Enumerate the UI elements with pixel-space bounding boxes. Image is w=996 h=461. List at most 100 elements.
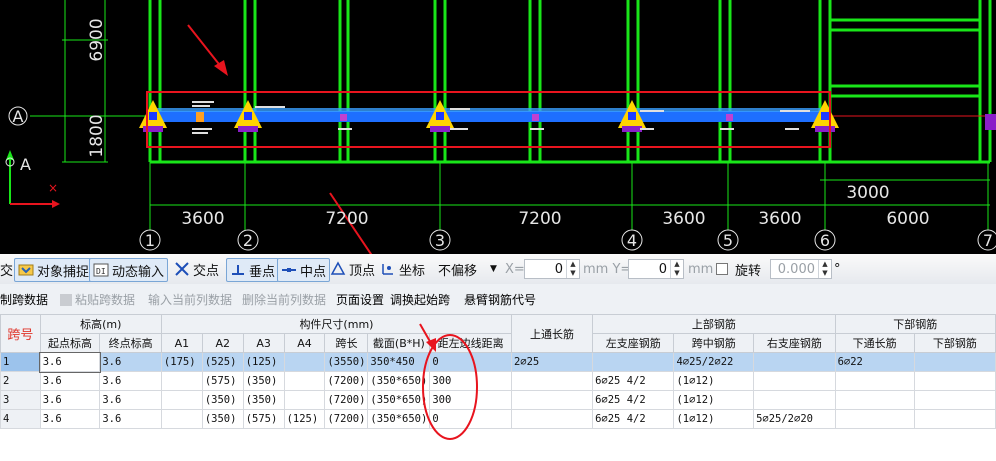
cell-a3[interactable]: (575) (242, 409, 285, 429)
perpendicular-snap[interactable]: 垂点 (226, 258, 280, 282)
x-spinner-icon[interactable]: ▲ ▼ (566, 260, 579, 278)
table-row[interactable]: 1 3.6 3.6 (175) (525) (125) (3550) 350*4… (0, 351, 996, 373)
cell-right-seat[interactable] (753, 390, 836, 410)
span-data-grid[interactable]: 跨号 标高(m) 构件尺寸(mm) 上通长筋 上部钢筋 下部钢筋 起点标高 终点… (0, 314, 996, 461)
cad-canvas[interactable]: 6900 1800 A × A 3600 7200 7200 3600 3600… (0, 0, 996, 254)
cell-right-seat[interactable] (753, 371, 836, 391)
cell-top-long[interactable]: 2⌀25 (510, 352, 594, 372)
swap-start-span-button[interactable]: 调换起始跨 (390, 291, 450, 308)
vertex-snap[interactable]: 顶点 (330, 258, 375, 280)
drawing-svg[interactable]: 6900 1800 A × A 3600 7200 7200 3600 3600… (0, 0, 996, 254)
cell-a4[interactable]: (125) (283, 409, 326, 429)
cell-mid-span[interactable]: 4⌀25/2⌀22 (673, 352, 755, 372)
cell-a4[interactable] (283, 371, 326, 391)
table-row[interactable]: 3 3.6 3.6 (350) (350) (7200) (350*650) 3… (0, 390, 996, 410)
cell-a1[interactable] (160, 371, 203, 391)
copy-span-button[interactable]: 复制跨数据 (0, 291, 48, 308)
midpoint-snap[interactable]: 中点 (277, 258, 331, 282)
span-no-header: 跨号 (0, 314, 41, 353)
page-setup-button[interactable]: 页面设置 (336, 291, 384, 308)
cell-top-long[interactable] (510, 390, 594, 410)
object-snap-button[interactable]: 对象捕捉 (14, 258, 94, 282)
cell-start-elev[interactable]: 3.6 (39, 371, 101, 391)
cell-span[interactable]: (3550) (324, 352, 369, 372)
cell-mid-span[interactable]: (1⌀12) (673, 390, 755, 410)
rotate-checkbox[interactable]: 旋转 (716, 258, 761, 280)
cell-span[interactable]: (7200) (324, 371, 369, 391)
cell-bottom-long[interactable]: 6⌀22 (834, 352, 915, 372)
cell-bottom-long[interactable] (834, 409, 915, 429)
intersection-snap[interactable]: 交点 (174, 258, 219, 280)
cell-bottom-bar[interactable] (913, 409, 996, 429)
cut-label: 交 (0, 263, 14, 279)
table-row[interactable]: 4 3.6 3.6 (350) (575) (125) (7200) (350*… (0, 409, 996, 429)
mid-span-header: 跨中钢筋 (673, 333, 755, 353)
row-number[interactable]: 4 (0, 409, 41, 429)
cell-left-seat[interactable]: 6⌀25 4/2 (592, 371, 675, 391)
cell-left-seat[interactable]: 6⌀25 4/2 (592, 409, 675, 429)
cell-span[interactable]: (7200) (324, 409, 369, 429)
cell-start-elev[interactable]: 3.6 (39, 351, 101, 373)
cell-section[interactable]: (350*650) (367, 390, 431, 410)
offset-select[interactable]: 不偏移 ▼ (438, 258, 497, 280)
cell-a1[interactable] (160, 409, 203, 429)
input-column-button[interactable]: 输入当前列数据 (148, 291, 232, 308)
cell-start-elev[interactable]: 3.6 (39, 409, 101, 429)
y-input[interactable]: 0 ▲ ▼ (628, 259, 684, 279)
cell-bottom-long[interactable] (834, 371, 915, 391)
row-number[interactable]: 3 (0, 390, 41, 410)
cell-a2[interactable]: (525) (201, 352, 244, 372)
cell-dist[interactable]: 300 (429, 390, 512, 410)
cell-section[interactable]: (350*650) (367, 409, 431, 429)
left-seat-header: 左支座钢筋 (592, 333, 675, 353)
row-number[interactable]: 1 (0, 352, 41, 372)
cell-right-seat[interactable]: 5⌀25/2⌀20 (753, 409, 836, 429)
cell-a2[interactable]: (350) (201, 390, 244, 410)
y-spinner-icon[interactable]: ▲ ▼ (670, 260, 683, 278)
cell-a2[interactable]: (575) (201, 371, 244, 391)
cell-left-seat[interactable] (592, 352, 675, 372)
cell-a3[interactable]: (350) (242, 390, 285, 410)
x-input[interactable]: 0 ▲ ▼ (524, 259, 580, 279)
cell-dist[interactable]: 0 (429, 352, 512, 372)
cell-span[interactable]: (7200) (324, 390, 369, 410)
cell-mid-span[interactable]: (1⌀12) (673, 371, 755, 391)
cell-bottom-bar[interactable] (913, 390, 996, 410)
row-number[interactable]: 2 (0, 371, 41, 391)
cell-top-long[interactable] (510, 371, 594, 391)
cell-left-seat[interactable]: 6⌀25 4/2 (592, 390, 675, 410)
cell-a4[interactable] (283, 352, 326, 372)
cell-bottom-bar[interactable] (913, 371, 996, 391)
paste-span-button[interactable]: 粘贴跨数据 (60, 291, 135, 308)
cell-top-long[interactable] (510, 409, 594, 429)
cell-section[interactable]: 350*450 (367, 352, 431, 372)
cell-a2[interactable]: (350) (201, 409, 244, 429)
cell-dist[interactable]: 0 (429, 409, 512, 429)
dynamic-input-button[interactable]: DI 动态输入 (89, 258, 169, 282)
table-row[interactable]: 2 3.6 3.6 (575) (350) (7200) (350*650) 3… (0, 371, 996, 391)
cell-bottom-long[interactable] (834, 390, 915, 410)
cell-end-elev[interactable]: 3.6 (99, 409, 162, 429)
cell-bottom-bar[interactable] (913, 352, 996, 372)
coordinate-snap[interactable]: 坐标 (380, 258, 425, 280)
cell-end-elev[interactable]: 3.6 (99, 371, 162, 391)
cell-a1[interactable] (160, 390, 203, 410)
rotate-spinner-icon[interactable]: ▲ ▼ (818, 260, 831, 278)
cell-a4[interactable] (283, 390, 326, 410)
cell-section[interactable]: (350*650) (367, 371, 431, 391)
cell-a1[interactable]: (175) (160, 352, 203, 372)
cell-a3[interactable]: (125) (242, 352, 285, 372)
rotate-input[interactable]: 0.000 ▲ ▼ (770, 259, 832, 279)
cell-start-elev[interactable]: 3.6 (39, 390, 101, 410)
cell-end-elev[interactable]: 3.6 (99, 390, 162, 410)
checkbox-icon[interactable] (716, 263, 728, 275)
cell-a3[interactable]: (350) (242, 371, 285, 391)
y-value: 0 (658, 262, 667, 277)
delete-column-button[interactable]: 删除当前列数据 (242, 291, 326, 308)
end-elev-header: 终点标高 (99, 333, 162, 353)
cantilever-code-button[interactable]: 悬臂钢筋代号 (464, 291, 536, 308)
cell-end-elev[interactable]: 3.6 (99, 352, 162, 372)
cell-dist[interactable]: 300 (429, 371, 512, 391)
cell-right-seat[interactable] (753, 352, 836, 372)
cell-mid-span[interactable]: (1⌀12) (673, 409, 755, 429)
